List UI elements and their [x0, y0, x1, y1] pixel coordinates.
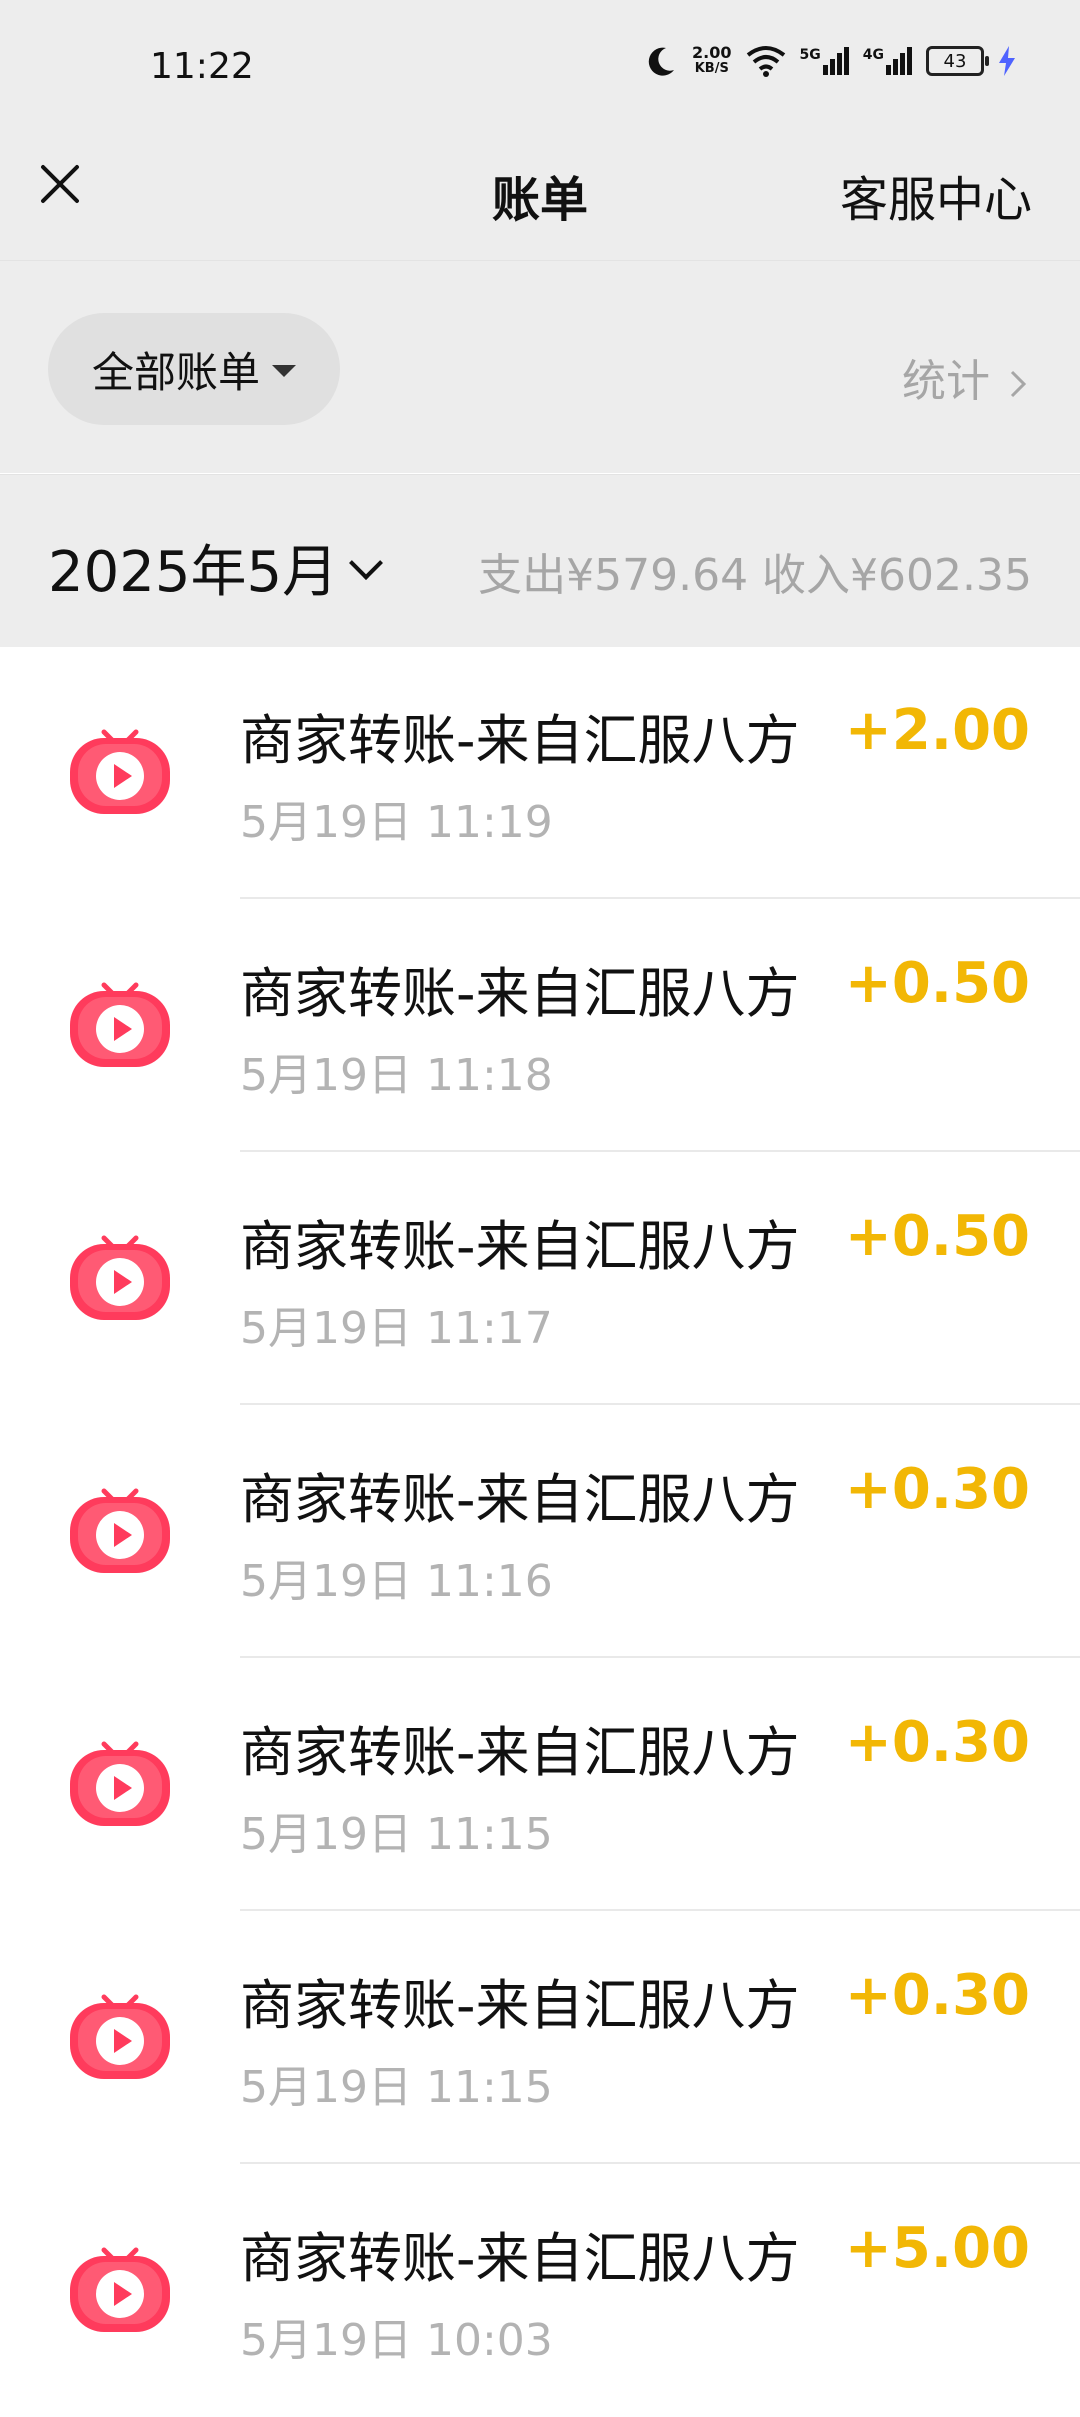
status-time: 11:22 [150, 46, 254, 87]
transaction-amount: +0.30 [844, 1457, 1030, 1522]
merchant-app-icon [70, 982, 170, 1067]
transaction-title: 商家转账-来自汇服八方 [240, 1721, 800, 1784]
signal-2-label: 4G [862, 47, 884, 63]
merchant-app-icon [70, 1741, 170, 1826]
transaction-time: 5月19日 11:18 [240, 1050, 553, 1101]
transaction-amount: +2.00 [844, 698, 1030, 763]
nav-bar: 账单 客服中心 [0, 130, 1080, 260]
chevron-down-icon [349, 545, 384, 580]
signal-1-label: 5G [799, 47, 821, 63]
battery-level: 43 [943, 50, 967, 72]
transaction-amount: +5.00 [844, 2216, 1030, 2281]
customer-service-link[interactable]: 客服中心 [840, 160, 1032, 230]
merchant-app-icon [70, 1235, 170, 1320]
merchant-app-icon [70, 1488, 170, 1573]
transaction-title: 商家转账-来自汇服八方 [240, 1974, 800, 2037]
stats-link[interactable]: 统计 [902, 345, 1028, 409]
transaction-title: 商家转账-来自汇服八方 [240, 1215, 800, 1278]
month-bar: 2025年5月 支出¥579.64 收入¥602.35 [0, 474, 1080, 647]
list-item[interactable]: 商家转账-来自汇服八方 5月19日 11:18 +0.50 [0, 899, 1080, 1152]
month-selector[interactable]: 2025年5月 [48, 527, 384, 608]
filter-bar: 全部账单 统计 [0, 260, 1080, 473]
wifi-icon [746, 46, 785, 77]
list-item[interactable]: 商家转账-来自汇服八方 5月19日 11:15 +0.30 [0, 1911, 1080, 2164]
month-label: 2025年5月 [48, 540, 339, 605]
charging-icon [999, 46, 1015, 76]
transaction-title: 商家转账-来自汇服八方 [240, 1468, 800, 1531]
transaction-time: 5月19日 10:03 [240, 2315, 553, 2366]
list-item[interactable]: 商家转账-来自汇服八方 5月19日 11:16 +0.30 [0, 1405, 1080, 1658]
transaction-time: 5月19日 11:15 [240, 1809, 553, 1860]
net-speed-value: 2.00 [692, 43, 732, 62]
month-summary: 支出¥579.64 收入¥602.35 [478, 550, 1032, 601]
all-bills-label: 全部账单 [91, 347, 260, 397]
status-bar: 11:22 2.00 KB/S 5G 4G 43 [0, 0, 1080, 130]
transaction-time: 5月19日 11:16 [240, 1556, 553, 1607]
caret-down-icon [272, 365, 296, 377]
list-item[interactable]: 商家转账-来自汇服八方 5月19日 11:19 +2.00 [0, 646, 1080, 899]
transaction-list: 商家转账-来自汇服八方 5月19日 11:19 +2.00 商家转账-来自汇服八… [0, 646, 1080, 2417]
list-item[interactable]: 商家转账-来自汇服八方 5月19日 11:15 +0.30 [0, 1658, 1080, 1911]
status-icons: 2.00 KB/S 5G 4G 43 [644, 44, 1016, 78]
signal-icon: 5G [800, 47, 849, 75]
transaction-amount: +0.50 [844, 1204, 1030, 1269]
merchant-app-icon [70, 1994, 170, 2079]
all-bills-dropdown[interactable]: 全部账单 [48, 313, 340, 425]
transaction-amount: +0.50 [844, 951, 1030, 1016]
transaction-title: 商家转账-来自汇服八方 [240, 709, 800, 772]
net-speed: 2.00 KB/S [692, 45, 731, 77]
transaction-time: 5月19日 11:17 [240, 1303, 553, 1354]
signal-icon: 4G [863, 47, 912, 75]
stats-label: 统计 [902, 356, 990, 407]
merchant-app-icon [70, 729, 170, 814]
transaction-amount: +0.30 [844, 1710, 1030, 1775]
transaction-title: 商家转账-来自汇服八方 [240, 962, 800, 1025]
list-item[interactable]: 商家转账-来自汇服八方 5月19日 11:17 +0.50 [0, 1152, 1080, 1405]
battery-icon: 43 [926, 46, 989, 76]
merchant-app-icon [70, 2247, 170, 2332]
moon-icon [648, 47, 675, 76]
transaction-time: 5月19日 11:15 [240, 2062, 553, 2113]
net-speed-unit: KB/S [694, 61, 729, 76]
transaction-amount: +0.30 [844, 1963, 1030, 2028]
chevron-right-icon [1010, 370, 1027, 398]
list-item[interactable]: 商家转账-来自汇服八方 5月19日 10:03 +5.00 [0, 2164, 1080, 2417]
transaction-title: 商家转账-来自汇服八方 [240, 2227, 800, 2290]
transaction-time: 5月19日 11:19 [240, 797, 553, 848]
